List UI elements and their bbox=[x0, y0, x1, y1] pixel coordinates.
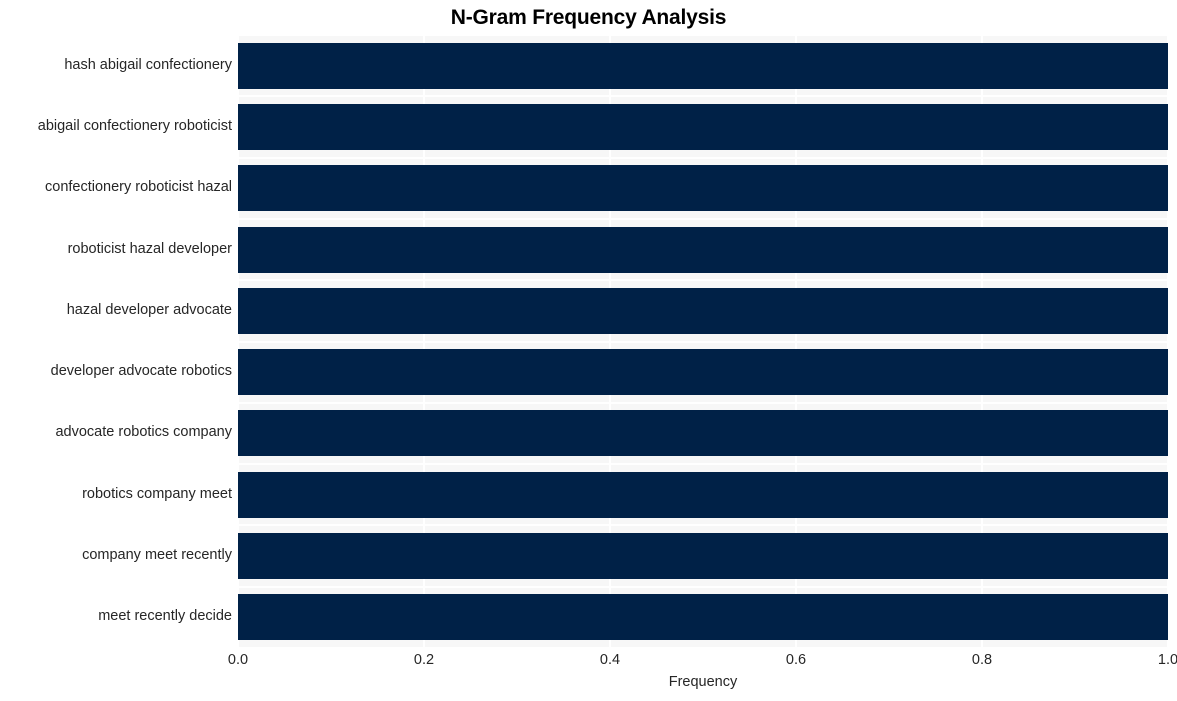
y-gridline bbox=[238, 217, 1168, 220]
x-tick-label: 0.4 bbox=[599, 652, 621, 668]
y-tick-label: hazal developer advocate bbox=[66, 301, 232, 318]
bar[interactable] bbox=[238, 410, 1168, 457]
chart-title: N-Gram Frequency Analysis bbox=[450, 6, 727, 29]
x-tick-label: 0.0 bbox=[227, 652, 249, 668]
bar[interactable] bbox=[238, 471, 1168, 518]
y-gridline bbox=[238, 524, 1168, 527]
y-gridline bbox=[238, 279, 1168, 282]
x-axis-tick-labels: 0.0 0.2 0.4 0.6 0.8 1.0 bbox=[0, 652, 1177, 674]
bar[interactable] bbox=[238, 287, 1168, 334]
y-tick-label: advocate robotics company bbox=[55, 424, 232, 441]
y-gridline bbox=[238, 156, 1168, 159]
y-tick-label: hash abigail confectionery bbox=[64, 56, 232, 73]
y-gridline bbox=[238, 401, 1168, 404]
y-tick-label: confectionery roboticist hazal bbox=[45, 179, 232, 196]
y-gridline bbox=[238, 463, 1168, 466]
y-gridline bbox=[238, 95, 1168, 98]
y-tick-label: abigail confectionery roboticist bbox=[37, 117, 232, 134]
y-gridline bbox=[238, 585, 1168, 588]
x-axis-label: Frequency bbox=[668, 674, 738, 690]
x-tick-label: 0.2 bbox=[413, 652, 435, 668]
y-tick-label: robotics company meet bbox=[82, 485, 232, 502]
bar[interactable] bbox=[238, 594, 1168, 641]
bar[interactable] bbox=[238, 42, 1168, 89]
x-tick-label: 0.8 bbox=[971, 652, 993, 668]
x-tick-label: 0.6 bbox=[785, 652, 807, 668]
chart-figure: N-Gram Frequency Analysis hash abigail c… bbox=[0, 0, 1177, 701]
bar[interactable] bbox=[238, 533, 1168, 580]
y-tick-label: roboticist hazal developer bbox=[67, 240, 232, 257]
bar[interactable] bbox=[238, 165, 1168, 212]
y-tick-label: company meet recently bbox=[82, 547, 232, 564]
bar[interactable] bbox=[238, 103, 1168, 150]
bar[interactable] bbox=[238, 226, 1168, 273]
x-tick-label: 1.0 bbox=[1157, 652, 1177, 668]
bar[interactable] bbox=[238, 349, 1168, 396]
y-axis-tick-labels: hash abigail confectionery abigail confec… bbox=[0, 35, 232, 648]
y-gridline bbox=[238, 35, 1168, 36]
plot-area bbox=[238, 35, 1168, 648]
y-gridline bbox=[238, 647, 1168, 648]
y-gridline bbox=[238, 340, 1168, 343]
y-tick-label: meet recently decide bbox=[98, 608, 232, 625]
y-tick-label: developer advocate robotics bbox=[50, 363, 232, 380]
